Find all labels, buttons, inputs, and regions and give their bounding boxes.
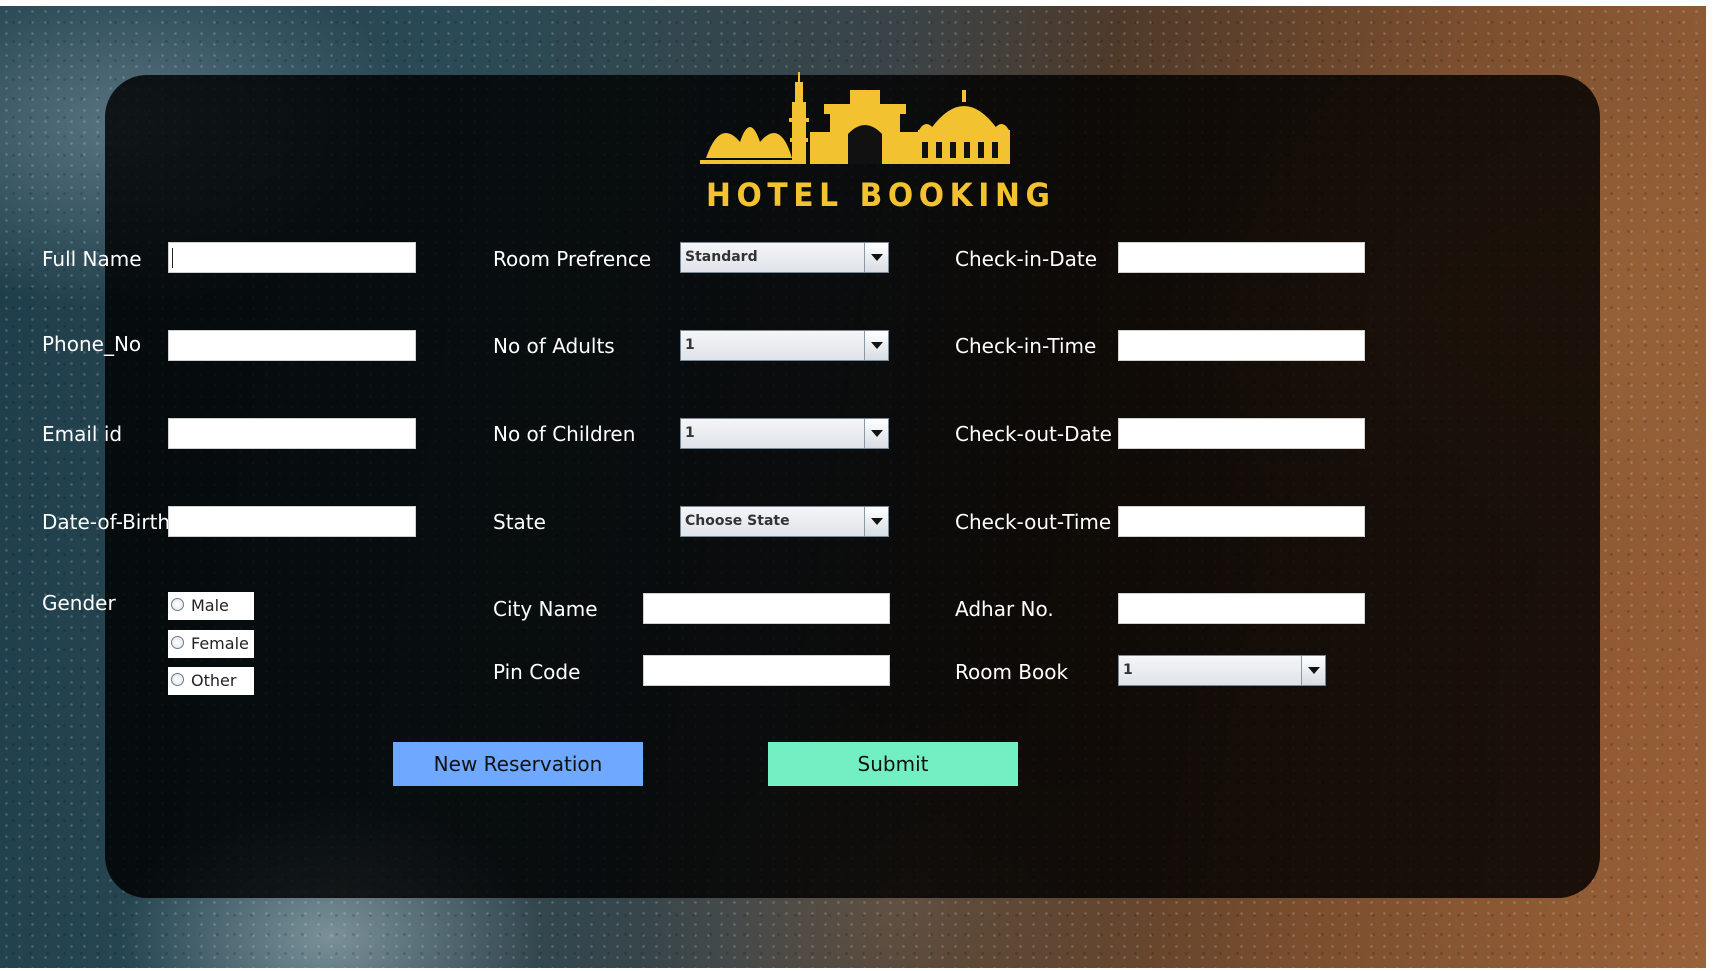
gender-label: Gender — [42, 591, 116, 615]
city-label: City Name — [493, 597, 598, 621]
dropdown-arrow-icon[interactable] — [864, 507, 888, 536]
dropdown-arrow-icon[interactable] — [864, 243, 888, 272]
email-input[interactable] — [168, 418, 416, 449]
pin-code-label: Pin Code — [493, 660, 581, 684]
phone-input[interactable] — [168, 330, 416, 361]
phone-label: Phone_No — [42, 332, 142, 356]
adhar-input[interactable] — [1118, 593, 1365, 624]
dob-input[interactable] — [168, 506, 416, 537]
radio-circle-icon — [171, 636, 184, 649]
checkin-date-input[interactable] — [1118, 242, 1365, 273]
gender-radio-other[interactable]: Other — [168, 667, 254, 695]
checkin-date-label: Check-in-Date — [955, 247, 1097, 271]
gender-radio-female[interactable]: Female — [168, 630, 254, 658]
brand-title: HOTEL BOOKING — [706, 176, 1056, 214]
checkin-time-input[interactable] — [1118, 330, 1365, 361]
pin-code-input[interactable] — [643, 655, 890, 686]
state-select[interactable]: Choose State — [680, 506, 889, 537]
adults-label: No of Adults — [493, 334, 615, 358]
checkout-time-label: Check-out-Time — [955, 510, 1112, 534]
children-label: No of Children — [493, 422, 636, 446]
text-caret — [172, 248, 173, 268]
gender-radio-male[interactable]: Male — [168, 592, 254, 620]
window-edge — [1706, 0, 1726, 971]
dropdown-arrow-icon[interactable] — [864, 331, 888, 360]
children-select[interactable]: 1 — [680, 418, 889, 449]
dropdown-arrow-icon[interactable] — [864, 419, 888, 448]
checkout-date-label: Check-out-Date — [955, 422, 1112, 446]
checkout-time-input[interactable] — [1118, 506, 1365, 537]
dob-label: Date-of-Birth — [42, 510, 171, 534]
room-book-select[interactable]: 1 — [1118, 655, 1326, 686]
city-input[interactable] — [643, 593, 890, 624]
new-reservation-button[interactable]: New Reservation — [393, 742, 643, 786]
full-name-input[interactable] — [168, 242, 416, 273]
room-book-label: Room Book — [955, 660, 1069, 684]
full-name-label: Full Name — [42, 247, 142, 271]
adhar-label: Adhar No. — [955, 597, 1054, 621]
radio-circle-icon — [171, 598, 184, 611]
dropdown-arrow-icon[interactable] — [1301, 656, 1325, 685]
room-preference-label: Room Prefrence — [493, 247, 652, 271]
checkout-date-input[interactable] — [1118, 418, 1365, 449]
submit-button[interactable]: Submit — [768, 742, 1018, 786]
state-label: State — [493, 510, 546, 534]
email-label: Email id — [42, 422, 123, 446]
checkin-time-label: Check-in-Time — [955, 334, 1097, 358]
radio-circle-icon — [171, 673, 184, 686]
adults-select[interactable]: 1 — [680, 330, 889, 361]
room-preference-select[interactable]: Standard — [680, 242, 889, 273]
